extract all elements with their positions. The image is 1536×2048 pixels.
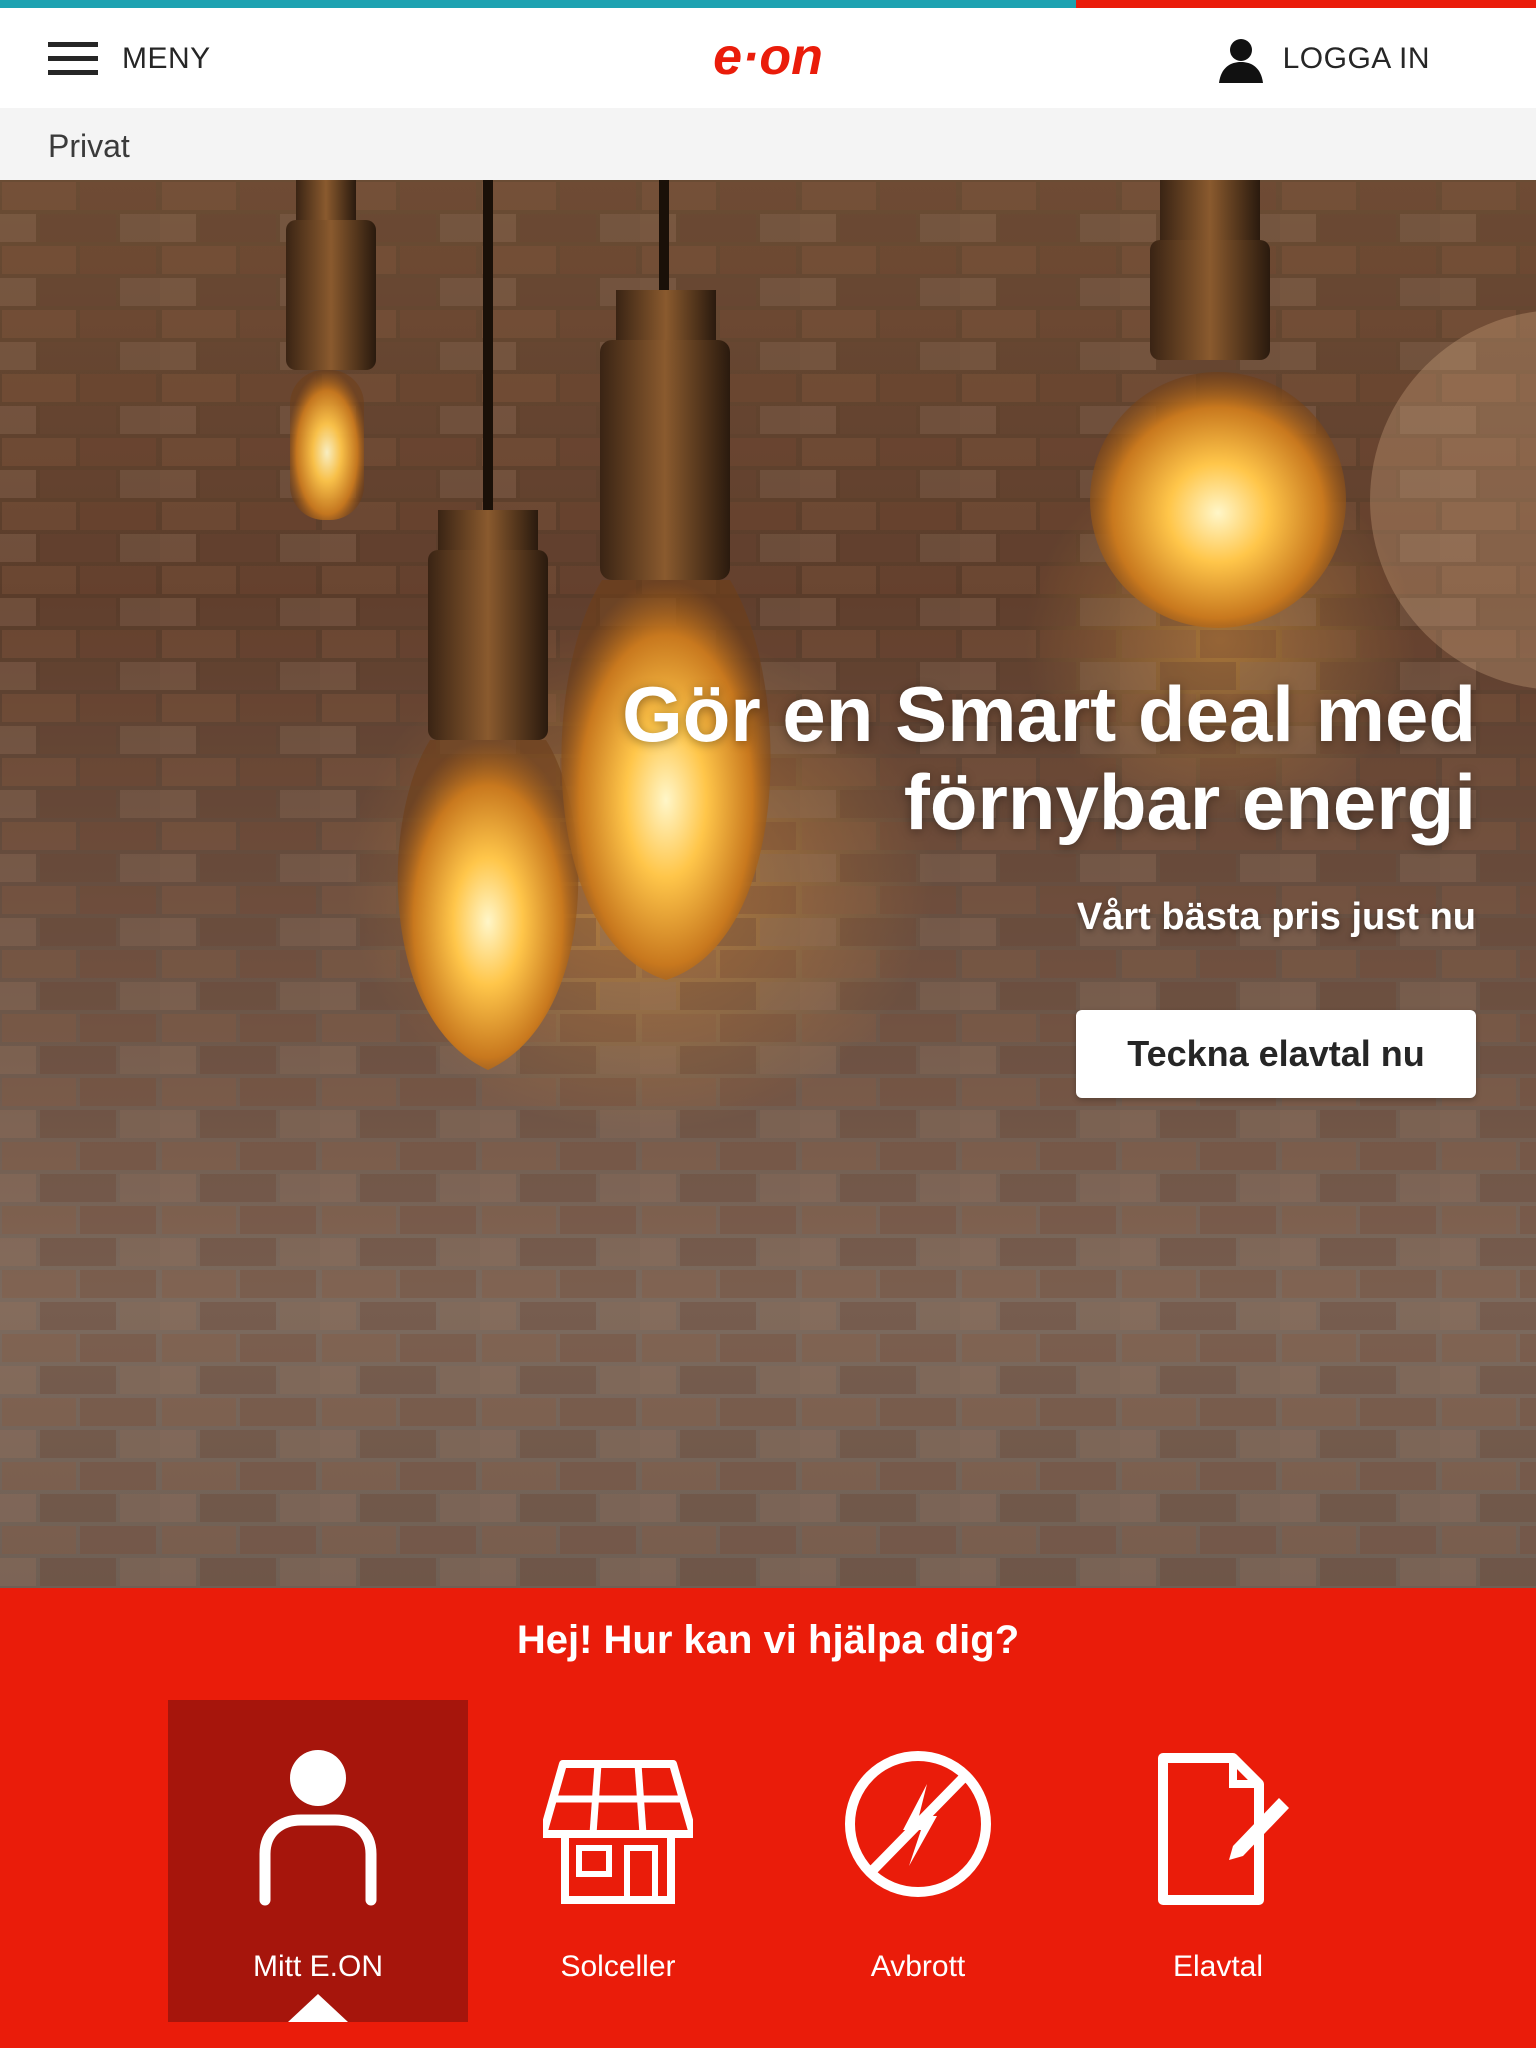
- user-icon: [1218, 39, 1263, 83]
- breadcrumb-item-privat[interactable]: Privat: [48, 128, 130, 165]
- breadcrumb: Privat: [0, 108, 1536, 180]
- login-label: LOGGA IN: [1282, 42, 1430, 75]
- tile-label: Solceller: [560, 1950, 676, 1983]
- contract-icon: [1158, 1753, 1289, 1905]
- menu-label: MENY: [122, 42, 211, 75]
- person-icon: [259, 1750, 377, 1906]
- tile-label: Mitt E.ON: [252, 1950, 383, 1983]
- hero-title: Gör en Smart deal med förnybar energi: [622, 670, 1476, 846]
- site-header: MENY e·on LOGGA IN: [0, 8, 1536, 108]
- active-indicator: [288, 1994, 348, 2022]
- help-title: Hej! Hur kan vi hjälpa dig?: [516, 1618, 1020, 1662]
- help-section: Hej! Hur kan vi hjälpa dig? Mitt E.ON So…: [0, 1588, 1536, 2048]
- hero-subtitle: Vårt bästa pris just nu: [1076, 896, 1476, 938]
- top-accent-stripe-red: [1076, 0, 1536, 8]
- power-outage-icon: [845, 1751, 991, 1897]
- hamburger-icon: [48, 42, 98, 76]
- tile-solceller[interactable]: Solceller: [468, 1700, 768, 2022]
- tile-avbrott[interactable]: Avbrott: [768, 1700, 1068, 2022]
- solar-house-icon: [543, 1760, 693, 1904]
- sign-contract-button[interactable]: Teckna elavtal nu: [1076, 1010, 1476, 1098]
- hero-banner: Gör en Smart deal med förnybar energi Vå…: [0, 180, 1536, 1588]
- top-accent-stripe: [0, 0, 1536, 8]
- tile-elavtal[interactable]: Elavtal: [1068, 1700, 1368, 2022]
- eon-logo[interactable]: e·on: [698, 30, 838, 86]
- tile-mitt-eon[interactable]: Mitt E.ON: [168, 1700, 468, 2022]
- tile-label: Avbrott: [870, 1950, 966, 1983]
- hanging-bulbs-illustration: [286, 180, 1536, 1070]
- menu-button[interactable]: MENY: [48, 34, 211, 84]
- tile-label: Elavtal: [1172, 1950, 1264, 1983]
- login-button[interactable]: LOGGA IN: [1217, 32, 1430, 86]
- eon-logo-text: e·on: [713, 30, 823, 86]
